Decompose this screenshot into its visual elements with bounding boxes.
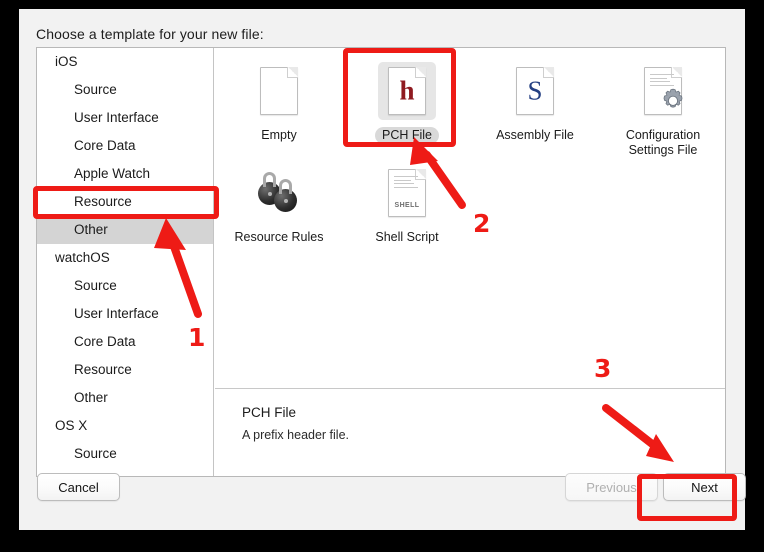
- next-button[interactable]: Next: [663, 473, 746, 501]
- sidebar-item-ios[interactable]: iOS: [37, 48, 213, 76]
- sidebar-item-ios-resource[interactable]: Resource: [37, 188, 213, 216]
- sidebar-item-osx-source[interactable]: Source: [37, 440, 213, 468]
- new-file-template-dialog: Choose a template for your new file: iOS…: [19, 9, 745, 530]
- sidebar-item-ios-core-data[interactable]: Core Data: [37, 132, 213, 160]
- template-shell-script[interactable]: SHELL Shell Script: [343, 164, 471, 246]
- template-empty-label: Empty: [254, 127, 303, 144]
- template-grid: Empty h PCH File: [215, 48, 725, 388]
- configuration-settings-file-icon: [634, 62, 692, 120]
- screenshot-root: Choose a template for your new file: iOS…: [0, 0, 764, 552]
- sidebar-item-ios-apple-watch[interactable]: Apple Watch: [37, 160, 213, 188]
- template-configuration-settings-file-label: Configuration Settings File: [619, 127, 707, 159]
- template-configuration-settings-file[interactable]: Configuration Settings File: [599, 62, 726, 159]
- dialog-title: Choose a template for your new file:: [36, 26, 264, 42]
- shell-script-icon: SHELL: [378, 164, 436, 222]
- platform-category-sidebar[interactable]: iOS Source User Interface Core Data Appl…: [37, 48, 214, 477]
- sidebar-item-ios-user-interface[interactable]: User Interface: [37, 104, 213, 132]
- template-grid-row-1: Empty h PCH File: [215, 62, 726, 159]
- empty-document-icon: [250, 62, 308, 120]
- shell-tag: SHELL: [389, 202, 425, 209]
- template-assembly-file[interactable]: S Assembly File: [471, 62, 599, 159]
- gear-icon: [658, 86, 688, 116]
- description-title: PCH File: [242, 405, 296, 420]
- template-shell-script-label: Shell Script: [368, 229, 445, 246]
- sidebar-item-ios-source[interactable]: Source: [37, 76, 213, 104]
- sidebar-item-ios-other[interactable]: Other: [37, 216, 213, 244]
- template-resource-rules[interactable]: Resource Rules: [215, 164, 343, 246]
- sidebar-item-watchos-source[interactable]: Source: [37, 272, 213, 300]
- template-resource-rules-label: Resource Rules: [228, 229, 331, 246]
- template-pch-file-label: PCH File: [375, 127, 439, 144]
- description-text: A prefix header file.: [242, 428, 349, 442]
- assembly-file-icon: S: [506, 62, 564, 120]
- sidebar-item-watchos[interactable]: watchOS: [37, 244, 213, 272]
- template-description-panel: PCH File A prefix header file.: [215, 389, 725, 476]
- template-grid-row-2: Resource Rules SHELL Shell Script: [215, 164, 726, 246]
- resource-rules-icon: [250, 164, 308, 222]
- assembly-glyph: S: [517, 78, 553, 105]
- template-empty[interactable]: Empty: [215, 62, 343, 159]
- template-content-panel: iOS Source User Interface Core Data Appl…: [36, 47, 726, 477]
- sidebar-item-osx[interactable]: OS X: [37, 412, 213, 440]
- previous-button[interactable]: Previous: [565, 473, 658, 501]
- pch-file-icon: h: [378, 62, 436, 120]
- template-assembly-file-label: Assembly File: [489, 127, 581, 144]
- cancel-button[interactable]: Cancel: [37, 473, 120, 501]
- sidebar-item-watchos-user-interface[interactable]: User Interface: [37, 300, 213, 328]
- sidebar-item-watchos-other[interactable]: Other: [37, 384, 213, 412]
- template-pch-file[interactable]: h PCH File: [343, 62, 471, 159]
- sidebar-item-watchos-resource[interactable]: Resource: [37, 356, 213, 384]
- sidebar-item-watchos-core-data[interactable]: Core Data: [37, 328, 213, 356]
- pch-glyph: h: [389, 78, 425, 105]
